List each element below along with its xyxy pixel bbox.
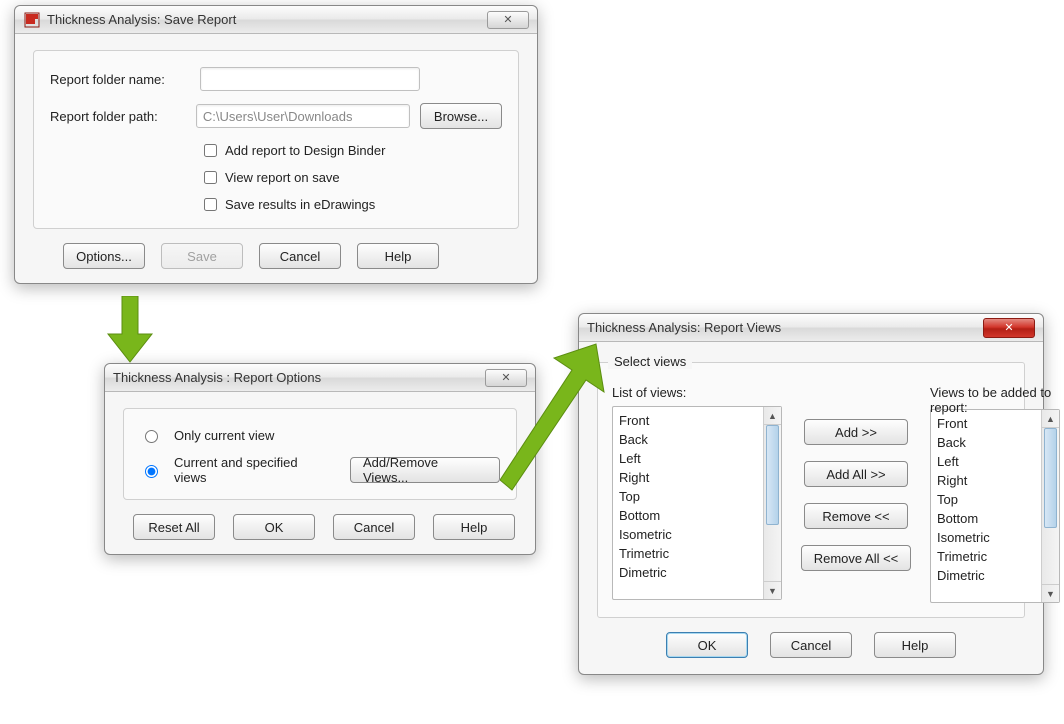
scrollbar[interactable]: ▲ ▼ — [763, 407, 781, 599]
window-title: Thickness Analysis: Report Views — [587, 320, 983, 335]
help-button[interactable]: Help — [357, 243, 439, 269]
report-options-dialog: Thickness Analysis : Report Options ✕ On… — [104, 363, 536, 555]
cancel-button[interactable]: Cancel — [770, 632, 852, 658]
save-edrawings-label: Save results in eDrawings — [225, 197, 375, 212]
flow-arrow-icon — [100, 296, 160, 366]
list-item[interactable]: Bottom — [619, 506, 757, 525]
list-item[interactable]: Trimetric — [937, 547, 1035, 566]
list-item[interactable]: Left — [937, 452, 1035, 471]
list-item[interactable]: Back — [937, 433, 1035, 452]
scroll-up-icon[interactable]: ▲ — [764, 407, 781, 425]
folder-name-input[interactable] — [200, 67, 420, 91]
save-button[interactable]: Save — [161, 243, 243, 269]
solidworks-icon — [23, 11, 41, 29]
current-and-specified-radio[interactable] — [145, 465, 158, 478]
folder-path-label: Report folder path: — [50, 109, 196, 124]
flow-arrow-icon — [500, 340, 620, 500]
folder-name-label: Report folder name: — [50, 72, 200, 87]
save-edrawings-checkbox[interactable] — [204, 198, 217, 211]
add-to-binder-checkbox[interactable] — [204, 144, 217, 157]
ok-button[interactable]: OK — [666, 632, 748, 658]
only-current-view-radio[interactable] — [145, 430, 158, 443]
scroll-down-icon[interactable]: ▼ — [764, 581, 781, 599]
list-of-views-listbox[interactable]: FrontBackLeftRightTopBottomIsometricTrim… — [612, 406, 782, 600]
close-icon: ✕ — [1004, 321, 1013, 334]
close-button[interactable]: ✕ — [983, 318, 1035, 338]
options-button[interactable]: Options... — [63, 243, 145, 269]
add-all-button[interactable]: Add All >> — [804, 461, 908, 487]
cancel-button[interactable]: Cancel — [333, 514, 415, 540]
remove-all-button[interactable]: Remove All << — [801, 545, 912, 571]
list-item[interactable]: Top — [937, 490, 1035, 509]
scrollbar[interactable]: ▲ ▼ — [1041, 410, 1059, 602]
help-button[interactable]: Help — [874, 632, 956, 658]
add-button[interactable]: Add >> — [804, 419, 908, 445]
list-item[interactable]: Right — [619, 468, 757, 487]
list-of-views-label: List of views: — [612, 385, 782, 400]
select-views-legend: Select views — [608, 354, 692, 369]
help-button[interactable]: Help — [433, 514, 515, 540]
close-button[interactable]: ✕ — [487, 11, 529, 29]
remove-button[interactable]: Remove << — [804, 503, 908, 529]
save-report-dialog: Thickness Analysis: Save Report ✕ Report… — [14, 5, 538, 284]
views-to-add-listbox[interactable]: FrontBackLeftRightTopBottomIsometricTrim… — [930, 409, 1060, 603]
list-item[interactable]: Front — [619, 411, 757, 430]
list-item[interactable]: Front — [937, 414, 1035, 433]
titlebar[interactable]: Thickness Analysis : Report Options ✕ — [105, 364, 535, 392]
scroll-down-icon[interactable]: ▼ — [1042, 584, 1059, 602]
list-item[interactable]: Top — [619, 487, 757, 506]
close-icon: ✕ — [503, 13, 512, 26]
cancel-button[interactable]: Cancel — [259, 243, 341, 269]
add-to-binder-label: Add report to Design Binder — [225, 143, 385, 158]
add-remove-views-button[interactable]: Add/Remove Views... — [350, 457, 500, 483]
list-item[interactable]: Trimetric — [619, 544, 757, 563]
list-item[interactable]: Left — [619, 449, 757, 468]
window-title: Thickness Analysis: Save Report — [47, 12, 487, 27]
reset-all-button[interactable]: Reset All — [133, 514, 215, 540]
only-current-view-label: Only current view — [174, 428, 274, 443]
view-on-save-label: View report on save — [225, 170, 340, 185]
view-on-save-checkbox[interactable] — [204, 171, 217, 184]
list-item[interactable]: Dimetric — [937, 566, 1035, 585]
titlebar[interactable]: Thickness Analysis: Save Report ✕ — [15, 6, 537, 34]
report-views-dialog: Thickness Analysis: Report Views ✕ Selec… — [578, 313, 1044, 675]
list-item[interactable]: Isometric — [937, 528, 1035, 547]
ok-button[interactable]: OK — [233, 514, 315, 540]
list-item[interactable]: Isometric — [619, 525, 757, 544]
list-item[interactable]: Dimetric — [619, 563, 757, 582]
folder-path-input[interactable] — [196, 104, 410, 128]
titlebar[interactable]: Thickness Analysis: Report Views ✕ — [579, 314, 1043, 342]
scroll-up-icon[interactable]: ▲ — [1042, 410, 1059, 428]
list-item[interactable]: Bottom — [937, 509, 1035, 528]
window-title: Thickness Analysis : Report Options — [113, 370, 485, 385]
browse-button[interactable]: Browse... — [420, 103, 502, 129]
current-and-specified-label: Current and specified views — [174, 455, 330, 485]
list-item[interactable]: Back — [619, 430, 757, 449]
list-item[interactable]: Right — [937, 471, 1035, 490]
